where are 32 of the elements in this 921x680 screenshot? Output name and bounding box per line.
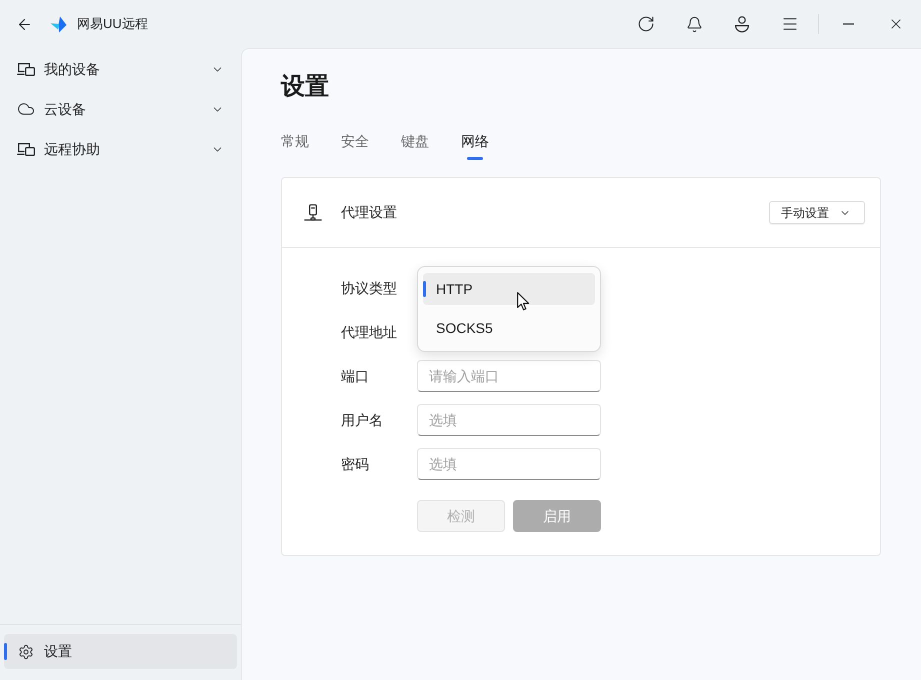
- field-label: 密码: [341, 454, 369, 474]
- dropdown-option[interactable]: HTTP: [423, 273, 595, 305]
- dropdown-option[interactable]: SOCKS5: [423, 312, 595, 344]
- page-title: 设置: [281, 72, 330, 102]
- text-input-field[interactable]: 请输入端口: [417, 360, 601, 392]
- bell-icon: [686, 16, 702, 32]
- tab[interactable]: 网络: [461, 131, 489, 160]
- card-title: 代理设置: [341, 203, 397, 222]
- mode-dropdown[interactable]: 手动设置: [769, 201, 865, 224]
- tab[interactable]: 键盘: [401, 131, 429, 160]
- text-input-field[interactable]: 选填: [417, 404, 601, 436]
- devices-icon: [17, 62, 35, 76]
- field-label: 代理地址: [341, 322, 397, 342]
- window-title: 网易UU远程: [77, 15, 148, 34]
- settings-icon: [18, 644, 34, 660]
- tab[interactable]: 安全: [341, 131, 369, 160]
- field-label: 协议类型: [341, 278, 397, 298]
- refresh-icon: [637, 15, 655, 33]
- mouse-pointer-icon: [517, 292, 530, 311]
- logo-icon: [50, 16, 67, 32]
- text-input-field[interactable]: 选填: [417, 448, 601, 480]
- field-label: 端口: [341, 366, 369, 386]
- network-adapter-icon: [304, 204, 322, 222]
- settings-nav-item[interactable]: 设置: [4, 634, 237, 669]
- sidebar-item[interactable]: 我的设备: [0, 49, 241, 89]
- sidebar-item[interactable]: 远程协助: [0, 129, 241, 169]
- devices-icon: [17, 142, 35, 156]
- minimize-icon: [842, 23, 854, 25]
- sidebar-item[interactable]: 云设备: [0, 89, 241, 129]
- tab[interactable]: 常规: [281, 131, 309, 160]
- field-label: 用户名: [341, 410, 383, 430]
- user-icon: [734, 16, 750, 32]
